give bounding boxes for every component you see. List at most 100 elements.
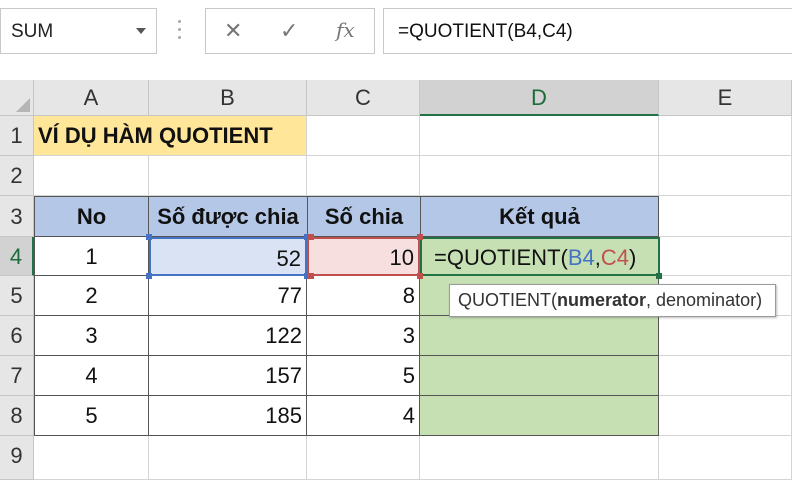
cell-b2[interactable] [149, 156, 307, 196]
row-header-5[interactable]: 5 [0, 276, 34, 316]
table-header-result[interactable]: Kết quả [420, 196, 659, 237]
cell-d9[interactable] [420, 436, 659, 480]
row-header-7[interactable]: 7 [0, 356, 34, 396]
ref-handle-c4-br[interactable] [417, 273, 423, 279]
table-row-4-divisor[interactable]: 5 [307, 356, 420, 396]
cell-c2[interactable] [307, 156, 420, 196]
cell-a1-title[interactable]: VÍ DỤ HÀM QUOTIENT [34, 116, 307, 156]
cell-e1[interactable] [659, 116, 792, 156]
row-header-4[interactable]: 4 [0, 237, 34, 276]
cell-d2[interactable] [420, 156, 659, 196]
column-header-e[interactable]: E [659, 80, 792, 116]
cell-d1[interactable] [420, 116, 659, 156]
row-1-dividend-value: 52 [276, 246, 301, 271]
active-cell-d4[interactable]: =QUOTIENT(B4,C4) [420, 237, 660, 276]
header-no-label: No [76, 204, 107, 229]
formula-bar[interactable]: =QUOTIENT(B4,C4) [383, 8, 792, 54]
cell-e9[interactable] [659, 436, 792, 480]
table-row-5-no[interactable]: 5 [34, 396, 149, 436]
table-row-2-divisor[interactable]: 8 [307, 276, 420, 316]
cell-c1[interactable] [307, 116, 420, 156]
column-header-d[interactable]: D [420, 80, 659, 116]
row-header-3[interactable]: 3 [0, 196, 34, 237]
insert-function-icon[interactable]: fx [336, 18, 355, 42]
table-row-4-no[interactable]: 4 [34, 356, 149, 396]
row-2-dividend-value: 77 [277, 283, 302, 308]
row-1-divisor-value: 10 [389, 245, 414, 270]
row-5-dividend-value: 185 [265, 403, 302, 428]
table-header-no[interactable]: No [34, 196, 149, 237]
row-4-no-value: 4 [85, 363, 98, 388]
table-row-4-dividend[interactable]: 157 [149, 356, 307, 396]
cell-e8[interactable] [659, 396, 792, 436]
formula-ref-b4: B4 [567, 245, 595, 270]
column-header-c[interactable]: C [307, 80, 420, 116]
header-divisor-label: Số chia [324, 204, 404, 229]
column-header-a[interactable]: A [34, 80, 149, 116]
row-5-divisor-value: 4 [402, 403, 415, 428]
sheet-title: VÍ DỤ HÀM QUOTIENT [38, 123, 273, 148]
formula-toolbar-area: SUM ✕ ✓ fx =QUOTIENT(B4,C4) [0, 0, 792, 70]
ref-handle-b4-tl[interactable] [146, 234, 152, 240]
active-cell-formula: =QUOTIENT(B4,C4) [434, 239, 636, 276]
tooltip-function-name[interactable]: QUOTIENT( [458, 290, 557, 310]
ref-handle-c4-bl[interactable] [308, 273, 314, 279]
table-row-1-divisor[interactable]: 10 [307, 237, 420, 276]
cell-a2[interactable] [34, 156, 149, 196]
row-1-no-value: 1 [85, 244, 98, 269]
name-box[interactable]: SUM [0, 8, 157, 54]
table-row-5-divisor[interactable]: 4 [307, 396, 420, 436]
cell-e3[interactable] [659, 196, 792, 237]
row-3-dividend-value: 122 [265, 323, 302, 348]
table-row-3-divisor[interactable]: 3 [307, 316, 420, 356]
formula-prefix: =QUOTIENT( [434, 245, 568, 270]
table-row-3-no[interactable]: 3 [34, 316, 149, 356]
row-header-2[interactable]: 2 [0, 156, 34, 196]
cell-e4[interactable] [660, 237, 792, 276]
function-tooltip[interactable]: QUOTIENT(numerator, denominator) [449, 284, 776, 317]
formula-suffix: ) [629, 245, 637, 270]
header-result-label: Kết quả [499, 204, 580, 229]
cell-e6[interactable] [659, 316, 792, 356]
cancel-icon[interactable]: ✕ [224, 18, 242, 44]
formula-ref-c4: C4 [600, 245, 630, 270]
table-row-5-dividend[interactable]: 185 [149, 396, 307, 436]
tooltip-remaining-args[interactable]: , denominator) [646, 290, 762, 310]
cell-e7[interactable] [659, 356, 792, 396]
row-5-no-value: 5 [85, 403, 98, 428]
ref-handle-c4-tr[interactable] [417, 234, 423, 240]
table-row-1-dividend[interactable]: 52 [149, 237, 307, 276]
row-2-no-value: 2 [85, 283, 98, 308]
ref-handle-b4-bl[interactable] [146, 273, 152, 279]
row-2-divisor-value: 8 [402, 283, 415, 308]
table-row-1-no[interactable]: 1 [34, 237, 149, 276]
tooltip-current-arg[interactable]: numerator [557, 290, 646, 310]
table-row-5-result[interactable] [420, 396, 659, 436]
row-3-no-value: 3 [85, 323, 98, 348]
table-row-4-result[interactable] [420, 356, 659, 396]
cell-e2[interactable] [659, 156, 792, 196]
formula-buttons: ✕ ✓ fx [205, 8, 375, 54]
cell-a9[interactable] [34, 436, 149, 480]
ref-handle-c4-tl[interactable] [308, 234, 314, 240]
table-header-dividend[interactable]: Số được chia [148, 196, 308, 237]
cell-b9[interactable] [149, 436, 307, 480]
table-row-2-no[interactable]: 2 [34, 276, 149, 316]
row-header-6[interactable]: 6 [0, 316, 34, 356]
table-row-3-dividend[interactable]: 122 [149, 316, 307, 356]
chevron-down-icon[interactable] [136, 28, 146, 34]
enter-icon[interactable]: ✓ [280, 18, 298, 44]
name-box-value: SUM [11, 21, 54, 42]
row-header-1[interactable]: 1 [0, 116, 34, 156]
table-row-3-result[interactable] [420, 316, 659, 356]
row-header-8[interactable]: 8 [0, 396, 34, 436]
table-header-divisor[interactable]: Số chia [307, 196, 421, 237]
row-header-9[interactable]: 9 [0, 436, 34, 480]
row-4-divisor-value: 5 [402, 363, 415, 388]
cell-c9[interactable] [307, 436, 420, 480]
column-header-b[interactable]: B [149, 80, 307, 116]
select-all-button[interactable] [0, 80, 34, 116]
drag-handle-icon[interactable] [178, 20, 182, 44]
table-row-2-dividend[interactable]: 77 [149, 276, 307, 316]
fill-handle[interactable] [656, 273, 662, 279]
